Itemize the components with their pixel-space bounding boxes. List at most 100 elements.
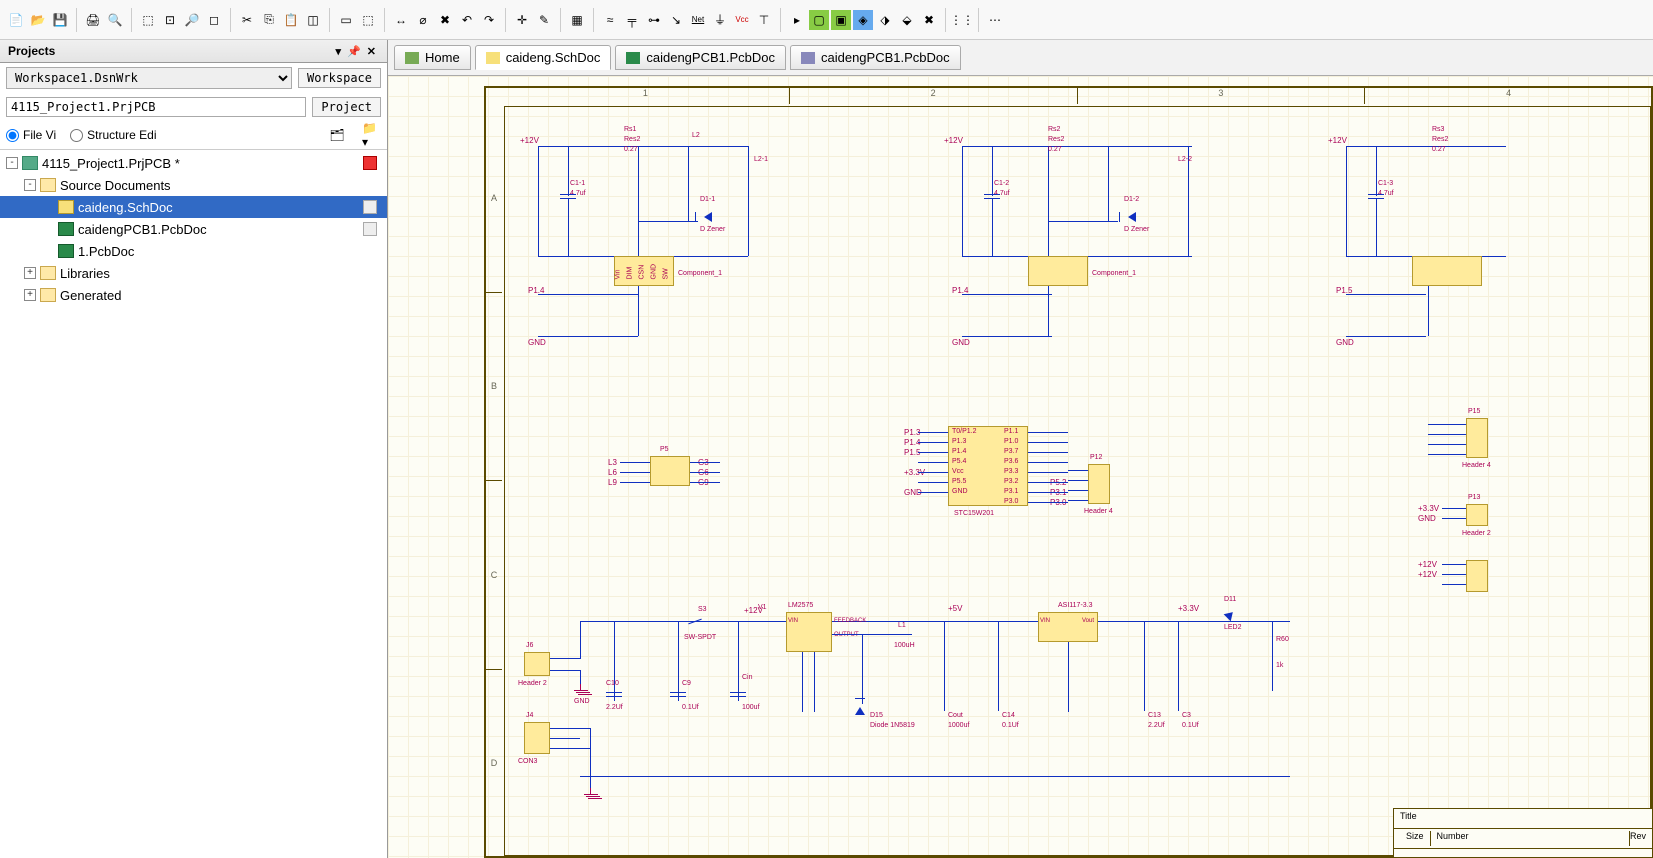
diode-d1-1-type: D Zener: [700, 226, 725, 233]
tree-toggle-icon[interactable]: -: [6, 157, 18, 169]
tree-toggle-icon[interactable]: -: [24, 179, 36, 191]
tb-part-icon[interactable]: ▸: [787, 10, 807, 30]
tree-toggle-icon: [42, 245, 54, 257]
tb-gnd-icon[interactable]: ⏚: [710, 10, 730, 30]
header-p15[interactable]: [1466, 418, 1488, 458]
tab-home-icon: [405, 52, 419, 64]
tree-item-label: caideng.SchDoc: [78, 200, 173, 215]
tb-harness-icon[interactable]: ⬙: [897, 10, 917, 30]
cap-c1-1-lbl: C1-1: [570, 180, 585, 187]
tb-browse-icon[interactable]: ▦: [567, 10, 587, 30]
tb-cut-icon[interactable]: ✂: [237, 10, 257, 30]
tb-vcc-icon[interactable]: Vcc: [732, 10, 752, 30]
tb-select-touch-icon[interactable]: ⬚: [358, 10, 378, 30]
tree-badge-icon: [363, 200, 377, 214]
net-power-2: +12V: [944, 136, 963, 145]
tb-print-icon[interactable]: 🖨: [83, 10, 103, 30]
header-j4[interactable]: [524, 722, 550, 754]
panel-dropdown-icon[interactable]: ▾: [333, 45, 345, 58]
tree-item-label: 4115_Project1.PrjPCB *: [42, 156, 180, 171]
tb-deselect-icon[interactable]: ⌀: [413, 10, 433, 30]
tb-wire-icon[interactable]: ≈: [600, 10, 620, 30]
chip-asi117[interactable]: [1038, 612, 1098, 642]
panel-close-icon[interactable]: ✕: [364, 45, 379, 58]
diode-d1-1-lbl: D1-1: [700, 196, 715, 203]
tb-select-rect-icon[interactable]: ▭: [336, 10, 356, 30]
tb-zoom-area-icon[interactable]: ⬚: [138, 10, 158, 30]
panel-refresh-icon[interactable]: 🗂: [327, 125, 347, 145]
tree-toggle-icon[interactable]: +: [24, 289, 36, 301]
tb-copy-icon[interactable]: ⎘: [259, 10, 279, 30]
tree-row[interactable]: caidengPCB1.PcbDoc: [0, 218, 387, 240]
tb-redo-icon[interactable]: ↷: [479, 10, 499, 30]
header-p13[interactable]: [1466, 504, 1488, 526]
tab-pcb-icon: [626, 52, 640, 64]
tb-bus-entry-icon[interactable]: ↘: [666, 10, 686, 30]
tb-zoom-in-icon[interactable]: 🔎: [182, 10, 202, 30]
tree-item-label: 1.PcbDoc: [78, 244, 134, 259]
tb-device-icon[interactable]: ◈: [853, 10, 873, 30]
tb-directive-icon[interactable]: ✖: [919, 10, 939, 30]
tb-zoom-fit-icon[interactable]: ⊡: [160, 10, 180, 30]
tab-label: caideng.SchDoc: [506, 50, 601, 65]
tb-power-icon[interactable]: ⊤: [754, 10, 774, 30]
res-rs1-type: Res2: [624, 136, 640, 143]
header-p12[interactable]: [1088, 464, 1110, 504]
tb-port-icon[interactable]: ⬗: [875, 10, 895, 30]
document-tab[interactable]: Home: [394, 45, 471, 70]
schematic-canvas[interactable]: 1234 ABCD +12V C1-1 4.7uf Rs1 Res2 0.27 …: [388, 76, 1653, 858]
document-tab[interactable]: caidengPCB1.PcbDoc: [615, 45, 786, 70]
chip-u2[interactable]: [1028, 256, 1088, 286]
tree-toggle-icon[interactable]: +: [24, 267, 36, 279]
tb-open-icon[interactable]: 📂: [28, 10, 48, 30]
tab-pcb2-icon: [801, 52, 815, 64]
tb-save-icon[interactable]: 💾: [50, 10, 70, 30]
tb-more-icon[interactable]: ⋯: [985, 10, 1005, 30]
tb-clear-icon[interactable]: ✖: [435, 10, 455, 30]
tab-label: Home: [425, 50, 460, 65]
tb-new-icon[interactable]: 📄: [6, 10, 26, 30]
tree-row[interactable]: +Libraries: [0, 262, 387, 284]
net-power-1: +12V: [520, 136, 539, 145]
res-rs1-lbl: Rs1: [624, 126, 636, 133]
project-button[interactable]: Project: [312, 97, 381, 117]
document-tab[interactable]: caidengPCB1.PcbDoc: [790, 45, 961, 70]
panel-dropdown2-icon[interactable]: 📁▾: [361, 125, 381, 145]
tb-rubber-icon[interactable]: ◫: [303, 10, 323, 30]
tb-preview-icon[interactable]: 🔍: [105, 10, 125, 30]
tb-cross-probe-icon[interactable]: ✛: [512, 10, 532, 30]
ind-l2-lbl: L2: [692, 132, 700, 139]
net-power-3: +12V: [1328, 136, 1347, 145]
tree-row[interactable]: caideng.SchDoc: [0, 196, 387, 218]
tb-undo-icon[interactable]: ↶: [457, 10, 477, 30]
tb-sheet-entry-icon[interactable]: ▣: [831, 10, 851, 30]
tree-row[interactable]: 1.PcbDoc: [0, 240, 387, 262]
chip-u3[interactable]: [1412, 256, 1482, 286]
tb-move-icon[interactable]: ↔: [391, 10, 411, 30]
header-p14[interactable]: [1466, 560, 1488, 592]
tb-array-icon[interactable]: ⋮⋮: [952, 10, 972, 30]
workspace-button[interactable]: Workspace: [298, 68, 381, 88]
ind-l2-1-lbl: L2-1: [754, 156, 768, 163]
diode-d1-2-icon: [1128, 212, 1136, 222]
header-p5[interactable]: [650, 456, 690, 486]
tb-zoom-sel-icon[interactable]: ◻: [204, 10, 224, 30]
panel-pin-icon[interactable]: 📌: [344, 45, 364, 58]
tb-net-label-icon[interactable]: Net: [688, 10, 708, 30]
gnd-j4-icon: [584, 788, 598, 798]
tb-sheet-icon[interactable]: ▢: [809, 10, 829, 30]
tb-highlight-icon[interactable]: ✎: [534, 10, 554, 30]
tb-paste-icon[interactable]: 📋: [281, 10, 301, 30]
tb-signal-icon[interactable]: ⊶: [644, 10, 664, 30]
tb-bus-icon[interactable]: ╤: [622, 10, 642, 30]
workspace-select[interactable]: Workspace1.DsnWrk: [6, 67, 292, 89]
tree-row[interactable]: -Source Documents: [0, 174, 387, 196]
tree-row[interactable]: - 4115_Project1.PrjPCB *: [0, 152, 387, 174]
header-j6[interactable]: [524, 652, 550, 676]
tree-badge-icon: [363, 222, 377, 236]
tree-row[interactable]: +Generated: [0, 284, 387, 306]
structure-edit-radio[interactable]: Structure Edi: [70, 128, 156, 142]
document-tab[interactable]: caideng.SchDoc: [475, 45, 612, 70]
file-view-radio[interactable]: File Vi: [6, 128, 56, 142]
project-input[interactable]: [6, 97, 306, 117]
